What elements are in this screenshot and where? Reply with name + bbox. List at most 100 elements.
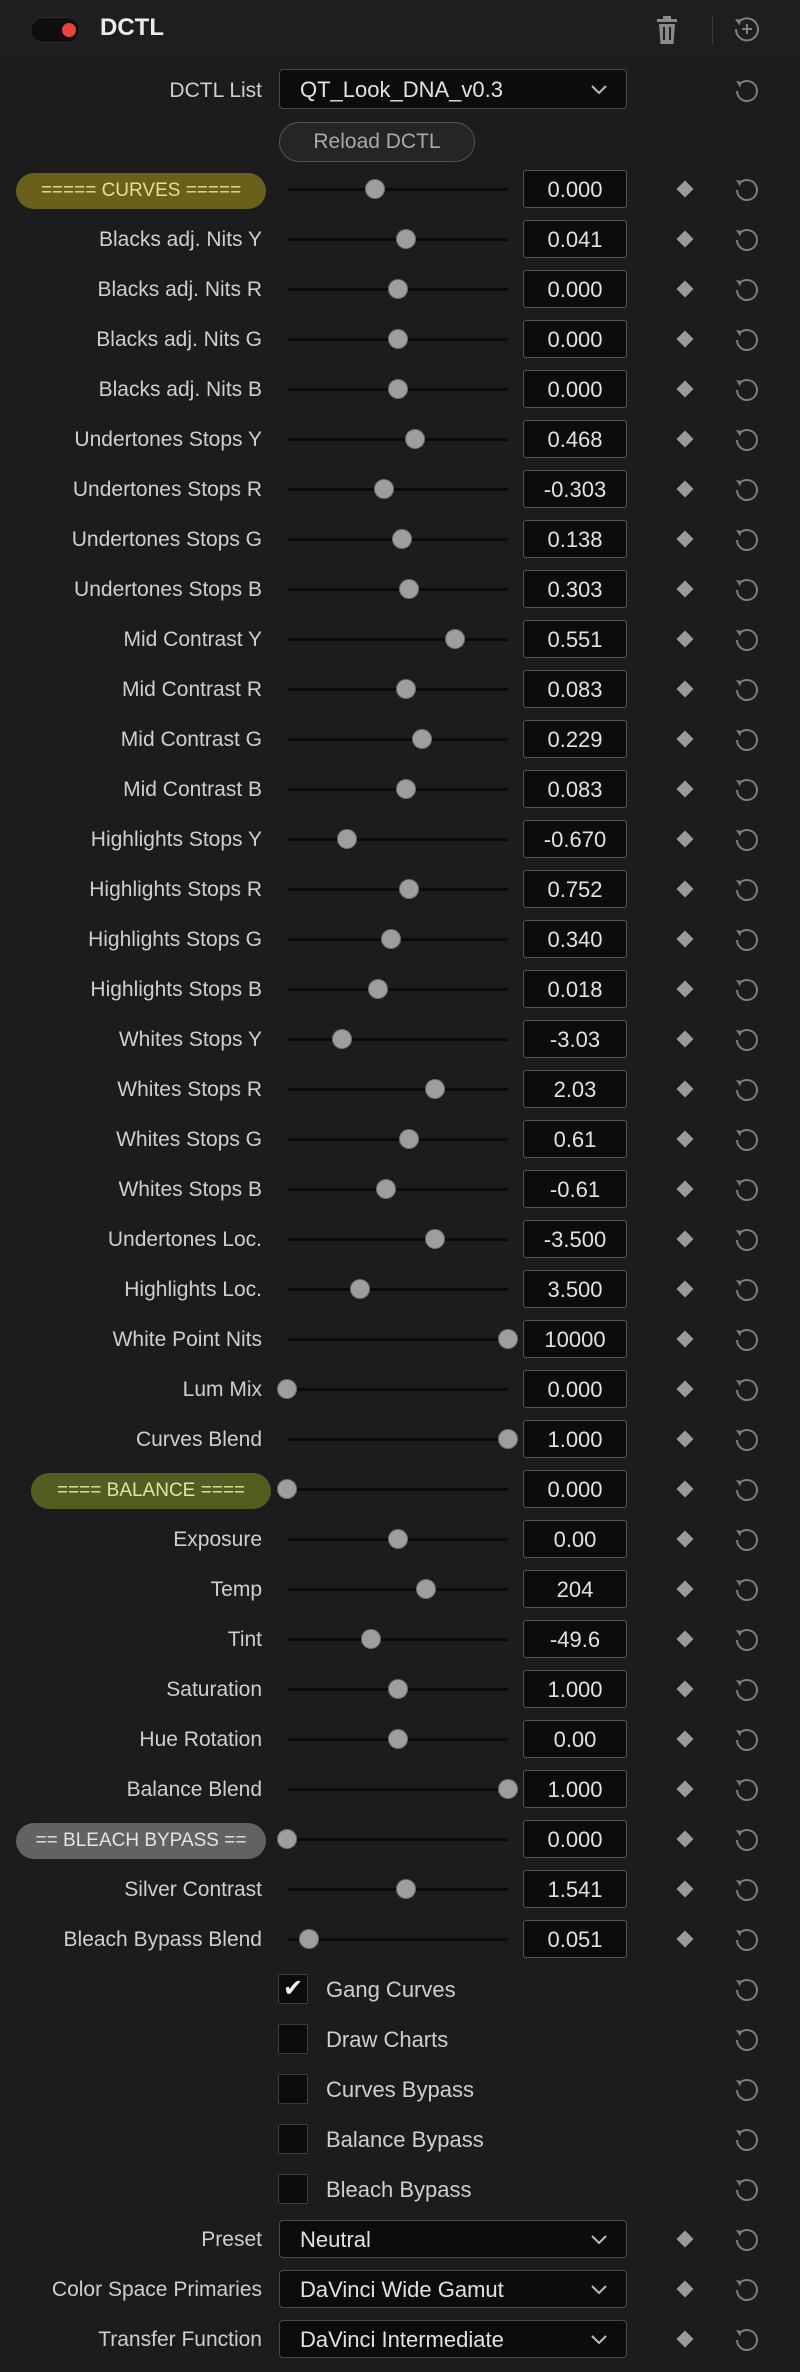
slider-thumb[interactable]: [445, 630, 464, 648]
slider-track[interactable]: [287, 1338, 508, 1341]
keyframe-icon[interactable]: [676, 630, 694, 648]
keyframe-icon[interactable]: [676, 980, 694, 998]
slider-thumb[interactable]: [375, 480, 394, 498]
reset-icon[interactable]: [733, 476, 761, 504]
slider-track[interactable]: [287, 838, 508, 841]
keyframe-icon[interactable]: [676, 430, 694, 448]
keyframe-icon[interactable]: [676, 1730, 694, 1748]
value-input[interactable]: 0.752: [523, 870, 627, 908]
value-input[interactable]: -0.670: [523, 820, 627, 858]
slider-track[interactable]: [287, 438, 508, 441]
slider-thumb[interactable]: [388, 1730, 407, 1748]
keyframe-icon[interactable]: [676, 230, 694, 248]
reset-icon[interactable]: [733, 276, 761, 304]
reset-icon[interactable]: [733, 376, 761, 404]
value-input[interactable]: 0.000: [523, 1470, 627, 1508]
value-input[interactable]: 1.000: [523, 1770, 627, 1808]
checkbox[interactable]: [278, 2174, 308, 2204]
slider-track[interactable]: [287, 1438, 508, 1441]
reset-icon[interactable]: [733, 1526, 761, 1554]
slider-thumb[interactable]: [388, 1680, 407, 1698]
keyframe-icon[interactable]: [676, 2280, 694, 2298]
slider-thumb[interactable]: [399, 1130, 418, 1148]
value-input[interactable]: 0.303: [523, 570, 627, 608]
slider-thumb[interactable]: [426, 1080, 445, 1098]
reset-icon[interactable]: [733, 1276, 761, 1304]
keyframe-icon[interactable]: [676, 2230, 694, 2248]
value-input[interactable]: 0.551: [523, 620, 627, 658]
keyframe-icon[interactable]: [676, 530, 694, 548]
slider-track[interactable]: [287, 1038, 508, 1041]
slider-thumb[interactable]: [499, 1430, 517, 1448]
value-input[interactable]: 3.500: [523, 1270, 627, 1308]
slider-track[interactable]: [287, 1488, 508, 1491]
slider-thumb[interactable]: [366, 180, 385, 198]
reload-dctl-button[interactable]: Reload DCTL: [279, 122, 475, 162]
value-input[interactable]: -3.03: [523, 1020, 627, 1058]
value-input[interactable]: 0.229: [523, 720, 627, 758]
slider-thumb[interactable]: [417, 1580, 436, 1598]
dctl-list-dropdown[interactable]: QT_Look_DNA_v0.3: [279, 69, 627, 109]
value-input[interactable]: 0.018: [523, 970, 627, 1008]
slider-thumb[interactable]: [300, 1930, 319, 1948]
slider-thumb[interactable]: [381, 930, 400, 948]
reset-icon[interactable]: [733, 2326, 761, 2354]
select-dropdown[interactable]: Neutral: [279, 2220, 627, 2258]
keyframe-icon[interactable]: [676, 930, 694, 948]
slider-thumb[interactable]: [412, 730, 431, 748]
slider-thumb[interactable]: [397, 780, 416, 798]
reset-icon[interactable]: [733, 1226, 761, 1254]
keyframe-icon[interactable]: [676, 480, 694, 498]
keyframe-icon[interactable]: [676, 680, 694, 698]
slider-track[interactable]: [287, 1838, 508, 1841]
value-input[interactable]: 204: [523, 1570, 627, 1608]
keyframe-icon[interactable]: [676, 1930, 694, 1948]
checkbox[interactable]: [278, 2024, 308, 2054]
reset-icon[interactable]: [733, 1326, 761, 1354]
value-input[interactable]: 10000: [523, 1320, 627, 1358]
trash-icon[interactable]: [654, 16, 680, 46]
slider-thumb[interactable]: [388, 1530, 407, 1548]
keyframe-icon[interactable]: [676, 1880, 694, 1898]
slider-track[interactable]: [287, 1788, 508, 1791]
reset-all-icon[interactable]: [732, 14, 762, 44]
slider-thumb[interactable]: [388, 330, 407, 348]
reset-icon[interactable]: [733, 1026, 761, 1054]
keyframe-icon[interactable]: [676, 1130, 694, 1148]
value-input[interactable]: 1.000: [523, 1420, 627, 1458]
slider-track[interactable]: [287, 1938, 508, 1941]
value-input[interactable]: 0.041: [523, 220, 627, 258]
reset-icon[interactable]: [733, 1576, 761, 1604]
keyframe-icon[interactable]: [676, 1780, 694, 1798]
slider-track[interactable]: [287, 488, 508, 491]
slider-track[interactable]: [287, 988, 508, 991]
slider-thumb[interactable]: [399, 880, 418, 898]
slider-thumb[interactable]: [397, 680, 416, 698]
keyframe-icon[interactable]: [676, 1280, 694, 1298]
keyframe-icon[interactable]: [676, 1480, 694, 1498]
reset-icon[interactable]: [733, 326, 761, 354]
value-input[interactable]: 0.000: [523, 370, 627, 408]
slider-thumb[interactable]: [388, 380, 407, 398]
slider-track[interactable]: [287, 588, 508, 591]
slider-thumb[interactable]: [333, 1030, 352, 1048]
keyframe-icon[interactable]: [676, 1080, 694, 1098]
keyframe-icon[interactable]: [676, 380, 694, 398]
reset-icon[interactable]: [733, 1676, 761, 1704]
slider-track[interactable]: [287, 888, 508, 891]
reset-icon[interactable]: [733, 1876, 761, 1904]
checkbox[interactable]: ✔: [278, 1974, 308, 2004]
value-input[interactable]: 0.051: [523, 1920, 627, 1958]
slider-track[interactable]: [287, 188, 508, 191]
slider-thumb[interactable]: [499, 1330, 517, 1348]
reset-icon[interactable]: [733, 77, 761, 105]
checkbox[interactable]: [278, 2124, 308, 2154]
keyframe-icon[interactable]: [676, 830, 694, 848]
value-input[interactable]: 0.000: [523, 270, 627, 308]
value-input[interactable]: -0.61: [523, 1170, 627, 1208]
value-input[interactable]: 0.138: [523, 520, 627, 558]
reset-icon[interactable]: [733, 876, 761, 904]
slider-track[interactable]: [287, 1188, 508, 1191]
select-dropdown[interactable]: DaVinci Wide Gamut: [279, 2270, 627, 2308]
reset-icon[interactable]: [733, 976, 761, 1004]
